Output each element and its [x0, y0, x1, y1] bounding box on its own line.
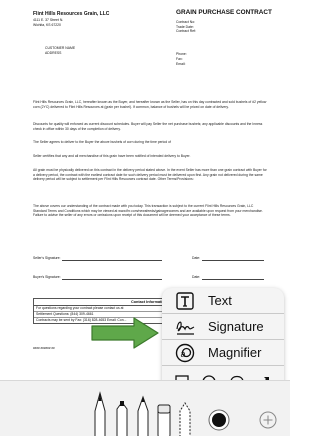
contract-paragraph: All grain must be physically delivered o… [33, 168, 267, 181]
menu-item-signature[interactable]: Signature [162, 314, 284, 340]
add-icon[interactable] [259, 411, 277, 429]
seller-signature-line[interactable] [62, 260, 162, 261]
contract-paragraph: The Seller agrees to deliver to the Buye… [33, 140, 171, 144]
seller-date-line[interactable] [202, 260, 264, 261]
fax-label: Fax: [176, 57, 183, 61]
buyer-date-label: Date: [192, 275, 201, 279]
signature-icon [174, 316, 196, 338]
contract-paragraph: Seller certifies that any and all mercha… [33, 154, 191, 158]
company-name: Flint Hills Resources Grain, LLC [33, 11, 110, 17]
pen-icon[interactable] [94, 391, 106, 436]
eraser-icon[interactable] [157, 404, 171, 436]
buyer-signature-line[interactable] [62, 279, 162, 280]
menu-item-label: Signature [208, 319, 264, 334]
pencil-icon[interactable] [137, 395, 149, 436]
svg-text:a: a [181, 349, 186, 359]
lasso-icon[interactable] [179, 402, 191, 436]
contract-paragraph: The above covers our understanding of th… [33, 204, 263, 217]
contract-paragraph: Discounts for quality will enforced as c… [33, 122, 263, 131]
buyer-date-line[interactable] [202, 279, 264, 280]
seller-date-label: Date: [192, 256, 201, 260]
markup-screen: Flint Hills Resources Grain, LLC 4111 E.… [0, 0, 290, 436]
markup-toolbar [0, 380, 290, 436]
marker-icon[interactable] [116, 401, 128, 436]
company-address-line-2: Wichita, KS 67220 [33, 22, 61, 27]
phone-label: Phone: [176, 52, 187, 56]
contract-paragraph: Flint Hills Resources Grain, LLC, hereaf… [33, 100, 267, 109]
customer-address: ADDRESS [45, 50, 62, 55]
color-picker-icon[interactable] [208, 409, 230, 431]
menu-item-label: Text [208, 293, 232, 308]
contract-title: GRAIN PURCHASE CONTRACT [176, 9, 272, 16]
footer-id: #### ###### ## [33, 346, 55, 350]
menu-item-magnifier[interactable]: a Magnifier [162, 340, 284, 366]
magnifier-icon: a [174, 342, 196, 364]
contract-ref-label: Contract Ref: [176, 29, 196, 33]
menu-item-text[interactable]: Text [162, 288, 284, 314]
buyer-signature-label: Buyer's Signature: [33, 275, 61, 279]
text-icon [174, 290, 196, 312]
menu-item-label: Magnifier [208, 345, 262, 360]
email-label: Email: [176, 62, 186, 66]
green-arrow-indicator [91, 317, 159, 349]
seller-signature-label: Seller's Signature: [33, 256, 61, 260]
